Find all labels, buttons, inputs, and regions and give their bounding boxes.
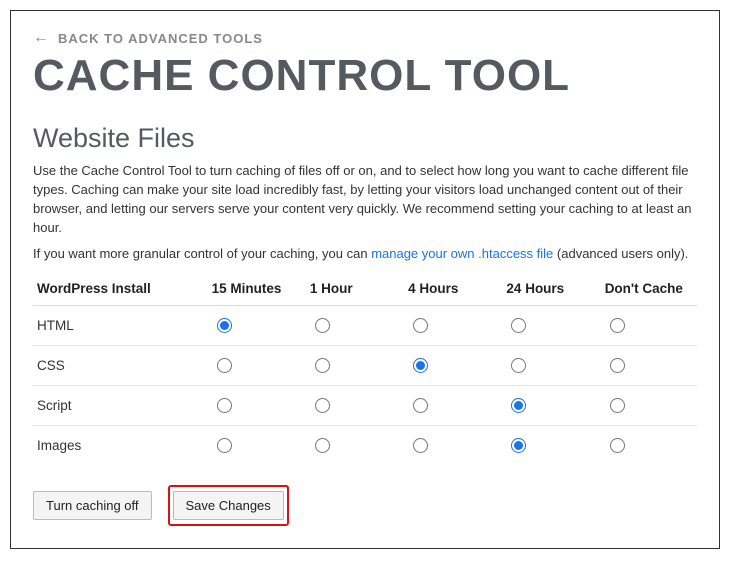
cache-radio[interactable] bbox=[610, 438, 625, 453]
row-label: HTML bbox=[33, 306, 206, 346]
col-4-hours: 4 Hours bbox=[402, 272, 500, 306]
radio-cell bbox=[500, 426, 598, 466]
cache-radio[interactable] bbox=[315, 398, 330, 413]
back-link-label: BACK TO ADVANCED TOOLS bbox=[58, 31, 263, 46]
cache-radio[interactable] bbox=[413, 358, 428, 373]
radio-cell bbox=[206, 346, 304, 386]
cache-radio[interactable] bbox=[511, 398, 526, 413]
cache-radio[interactable] bbox=[315, 358, 330, 373]
cache-control-tool-page: ← BACK TO ADVANCED TOOLS CACHE CONTROL T… bbox=[10, 10, 720, 549]
button-row: Turn caching off Save Changes bbox=[33, 485, 697, 526]
table-row: HTML bbox=[33, 306, 697, 346]
save-changes-button[interactable]: Save Changes bbox=[173, 491, 284, 520]
radio-cell bbox=[402, 306, 500, 346]
radio-cell bbox=[304, 346, 402, 386]
radio-cell bbox=[206, 306, 304, 346]
section-description-2: If you want more granular control of you… bbox=[33, 245, 697, 264]
cache-radio[interactable] bbox=[413, 318, 428, 333]
col-15-minutes: 15 Minutes bbox=[206, 272, 304, 306]
radio-cell bbox=[500, 386, 598, 426]
radio-cell bbox=[304, 426, 402, 466]
radio-cell bbox=[599, 306, 697, 346]
radio-cell bbox=[206, 386, 304, 426]
table-header-row: WordPress Install 15 Minutes 1 Hour 4 Ho… bbox=[33, 272, 697, 306]
radio-cell bbox=[402, 386, 500, 426]
radio-cell bbox=[599, 346, 697, 386]
cache-radio[interactable] bbox=[217, 438, 232, 453]
manage-htaccess-link[interactable]: manage your own .htaccess file bbox=[371, 246, 553, 261]
cache-radio[interactable] bbox=[217, 358, 232, 373]
radio-cell bbox=[599, 426, 697, 466]
cache-radio[interactable] bbox=[315, 318, 330, 333]
cache-radio[interactable] bbox=[511, 318, 526, 333]
cache-radio[interactable] bbox=[217, 398, 232, 413]
cache-radio[interactable] bbox=[217, 318, 232, 333]
cache-settings-table: WordPress Install 15 Minutes 1 Hour 4 Ho… bbox=[33, 272, 697, 465]
section-title: Website Files bbox=[33, 123, 697, 154]
col-dont-cache: Don't Cache bbox=[599, 272, 697, 306]
col-wordpress-install: WordPress Install bbox=[33, 272, 206, 306]
radio-cell bbox=[599, 386, 697, 426]
radio-cell bbox=[304, 386, 402, 426]
radio-cell bbox=[206, 426, 304, 466]
cache-radio[interactable] bbox=[413, 398, 428, 413]
col-24-hours: 24 Hours bbox=[500, 272, 598, 306]
cache-radio[interactable] bbox=[610, 358, 625, 373]
section-description-1: Use the Cache Control Tool to turn cachi… bbox=[33, 162, 697, 237]
cache-radio[interactable] bbox=[315, 438, 330, 453]
cache-radio[interactable] bbox=[610, 398, 625, 413]
arrow-left-icon: ← bbox=[33, 29, 50, 47]
back-to-advanced-tools-link[interactable]: ← BACK TO ADVANCED TOOLS bbox=[33, 29, 263, 47]
save-changes-highlight: Save Changes bbox=[168, 485, 289, 526]
radio-cell bbox=[304, 306, 402, 346]
desc2-after: (advanced users only). bbox=[553, 246, 688, 261]
page-title: CACHE CONTROL TOOL bbox=[33, 51, 697, 101]
cache-radio[interactable] bbox=[413, 438, 428, 453]
cache-radio[interactable] bbox=[610, 318, 625, 333]
table-row: Images bbox=[33, 426, 697, 466]
table-row: CSS bbox=[33, 346, 697, 386]
row-label: Script bbox=[33, 386, 206, 426]
col-1-hour: 1 Hour bbox=[304, 272, 402, 306]
radio-cell bbox=[402, 426, 500, 466]
radio-cell bbox=[402, 346, 500, 386]
radio-cell bbox=[500, 346, 598, 386]
row-label: Images bbox=[33, 426, 206, 466]
desc2-before: If you want more granular control of you… bbox=[33, 246, 371, 261]
row-label: CSS bbox=[33, 346, 206, 386]
turn-caching-off-button[interactable]: Turn caching off bbox=[33, 491, 152, 520]
radio-cell bbox=[500, 306, 598, 346]
cache-radio[interactable] bbox=[511, 358, 526, 373]
table-row: Script bbox=[33, 386, 697, 426]
cache-radio[interactable] bbox=[511, 438, 526, 453]
